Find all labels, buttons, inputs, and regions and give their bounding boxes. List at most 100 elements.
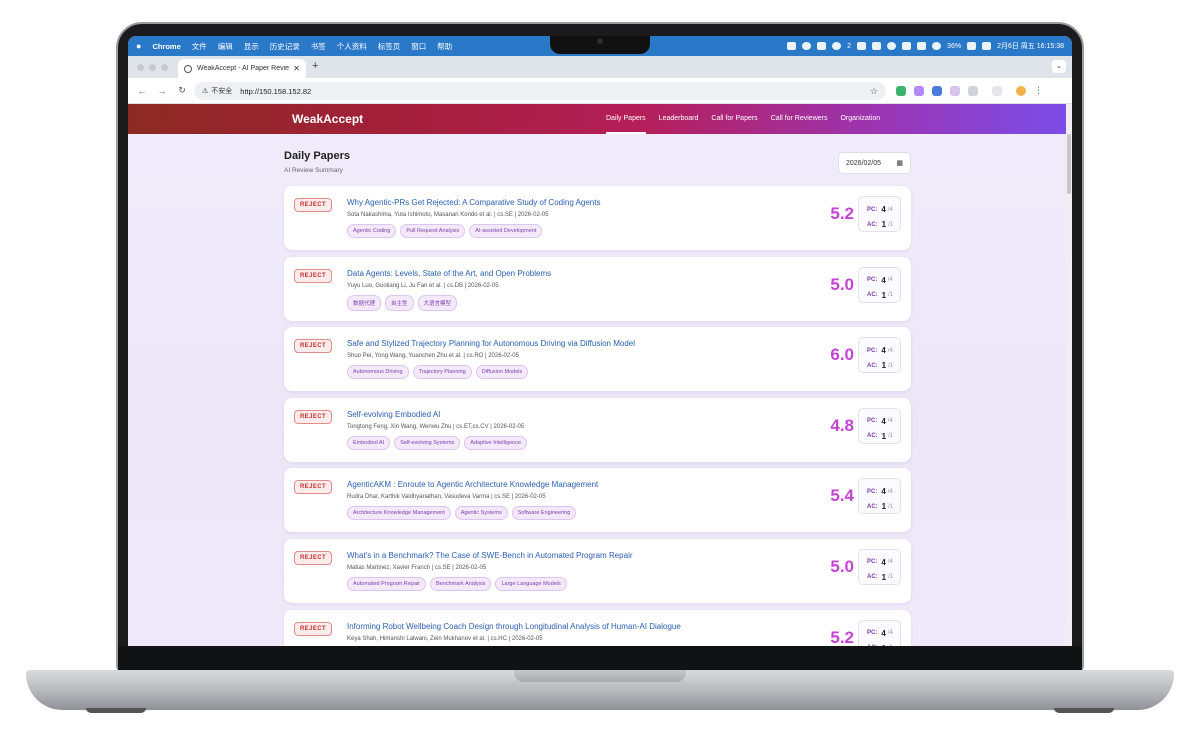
nav-leaderboard[interactable]: Leaderboard [659, 104, 699, 134]
nav-daily-papers[interactable]: Daily Papers [606, 104, 646, 134]
wechat-icon[interactable] [817, 42, 827, 50]
paper-list: REJECT Why Agentic-PRs Get Rejected: A C… [284, 186, 911, 646]
insecure-label[interactable]: 不安全 [211, 86, 232, 96]
close-window-button[interactable] [137, 64, 144, 71]
topic-tag[interactable]: Software Engineering [511, 506, 577, 521]
menu-view[interactable]: 显示 [244, 41, 259, 52]
bookmark-star-icon[interactable]: ☆ [870, 86, 878, 97]
topic-tag[interactable]: Agentic Coding [347, 224, 397, 238]
ac-total: /1 [888, 503, 894, 510]
tab-close-button[interactable]: ✕ [293, 64, 300, 73]
nav-call-for-papers[interactable]: Call for Papers [711, 104, 757, 134]
warning-icon[interactable]: ⚠ [202, 87, 208, 95]
menu-profile[interactable]: 个人资料 [337, 41, 367, 52]
date-value[interactable]: 2026/02/05 [846, 160, 881, 167]
topic-tag[interactable]: Trajectory Planning [412, 365, 472, 380]
topic-tag[interactable]: AI-assisted Development [469, 224, 543, 238]
menu-edit[interactable]: 编辑 [218, 41, 233, 52]
menu-history[interactable]: 历史记录 [270, 41, 300, 52]
calendar-icon[interactable] [872, 42, 882, 50]
topic-tag[interactable]: 自主性 [385, 294, 414, 311]
app-tray-icon[interactable] [857, 42, 867, 50]
forward-arrow-icon[interactable]: → [152, 86, 172, 96]
paper-card[interactable]: REJECT What's in a Benchmark? The Case o… [284, 538, 911, 603]
menubar-clock[interactable]: 2月6日 周五 16:15:38 [997, 41, 1064, 51]
url-text[interactable]: http://150.158.152.82 [240, 87, 311, 96]
topic-tag[interactable]: Adaptive Intelligence [464, 435, 528, 450]
date-picker[interactable]: 2026/02/05 ▦ [838, 152, 911, 174]
decision-badge: REJECT [294, 198, 332, 212]
extensions-puzzle-icon[interactable] [968, 85, 978, 96]
paper-title-link[interactable]: Safe and Stylized Trajectory Planning fo… [347, 339, 635, 348]
site-brand[interactable]: WeakAccept [292, 112, 363, 126]
control-center-icon[interactable] [982, 42, 992, 50]
zoom-window-button[interactable] [161, 64, 168, 71]
reload-icon[interactable]: ↻ [172, 85, 192, 96]
pc-label: PC: [867, 277, 878, 284]
paper-card[interactable]: REJECT Safe and Stylized Trajectory Plan… [284, 327, 911, 392]
topic-tag[interactable]: 大语言模型 [417, 294, 458, 311]
topic-tag[interactable]: 数据代理 [347, 294, 382, 311]
paper-card[interactable]: REJECT Informing Robot Wellbeing Coach D… [284, 609, 911, 646]
menu-chrome[interactable]: Chrome [152, 42, 180, 51]
wifi-icon[interactable] [932, 42, 942, 50]
ac-total: /1 [888, 221, 894, 228]
pc-count: 4 [881, 275, 886, 285]
paper-card[interactable]: REJECT Why Agentic-PRs Get Rejected: A C… [284, 186, 911, 250]
bluetooth-icon[interactable] [917, 42, 927, 50]
paper-title-link[interactable]: Why Agentic-PRs Get Rejected: A Comparat… [347, 198, 600, 207]
focus-icon[interactable] [887, 42, 897, 50]
topic-tag[interactable]: Architecture Knowledge Management [347, 506, 451, 521]
side-panel-icon[interactable] [992, 85, 1002, 96]
address-bar[interactable]: ⚠ 不安全 http://150.158.152.82 ☆ [194, 82, 886, 100]
paper-card[interactable]: REJECT AgenticAKM : Enroute to Agentic A… [284, 468, 911, 533]
topic-tag[interactable]: Benchmark Analysis [429, 576, 492, 591]
paper-meta: Yuyu Luo, Guoliang Li, Ju Fan et al. | c… [347, 282, 499, 289]
paper-card[interactable]: REJECT Self-evolving Embodied AI Tongton… [284, 397, 911, 462]
battery-icon[interactable] [967, 42, 977, 50]
apple-logo-icon[interactable]: ● [136, 41, 141, 51]
new-tab-button[interactable]: + [312, 60, 318, 72]
ac-count: 1 [881, 290, 887, 300]
back-arrow-icon[interactable]: ← [132, 86, 152, 96]
extension-purple-icon[interactable] [914, 85, 924, 96]
topic-tag[interactable]: Embodied AI [347, 435, 391, 450]
topic-tag[interactable]: Self-evolving Systems [394, 435, 461, 450]
menu-tabs[interactable]: 标签页 [378, 41, 401, 52]
paper-title-link[interactable]: Data Agents: Levels, State of the Art, a… [347, 269, 551, 278]
tab-search-button[interactable]: ⌄ [1052, 60, 1066, 73]
tag-list: Embodied AI Self-evolving Systems Adaptive… [347, 435, 528, 450]
topic-tag[interactable]: Agentic Systems [454, 506, 508, 521]
paper-title-link[interactable]: Informing Robot Wellbeing Coach Design t… [347, 622, 681, 631]
more-menu-icon[interactable]: ⋮ [1034, 85, 1043, 96]
cloud-icon[interactable] [787, 42, 797, 50]
nav-organization[interactable]: Organization [840, 104, 880, 134]
decision-badge: REJECT [294, 409, 332, 424]
topic-tag[interactable]: Pull Request Analysis [400, 224, 466, 238]
paper-title-link[interactable]: Self-evolving Embodied AI [347, 410, 440, 419]
calendar-picker-icon[interactable]: ▦ [896, 159, 903, 167]
menu-file[interactable]: 文件 [192, 41, 207, 52]
menu-window[interactable]: 窗口 [411, 41, 426, 52]
topic-tag[interactable]: Diffusion Models [475, 365, 529, 380]
profile-avatar-icon[interactable] [1016, 85, 1026, 96]
extension-blue-icon[interactable] [932, 85, 942, 96]
topic-tag[interactable]: Large Language Models [495, 576, 567, 591]
page-scrollbar[interactable] [1066, 104, 1072, 646]
cloud-sync-icon[interactable] [802, 42, 812, 50]
paper-title-link[interactable]: What's in a Benchmark? The Case of SWE-B… [347, 551, 633, 560]
minimize-window-button[interactable] [149, 64, 156, 71]
nav-call-for-reviewers[interactable]: Call for Reviewers [771, 104, 828, 134]
topic-tag[interactable]: Autonomous Driving [347, 365, 409, 380]
paper-card[interactable]: REJECT Data Agents: Levels, State of the… [284, 256, 911, 321]
check-badge-icon[interactable] [832, 42, 842, 50]
scrollbar-thumb[interactable] [1067, 134, 1071, 194]
extension-pink-icon[interactable] [950, 85, 960, 96]
topic-tag[interactable]: Automated Program Repair [347, 576, 426, 591]
extension-green-icon[interactable] [896, 85, 906, 96]
menu-bookmarks[interactable]: 书签 [311, 41, 326, 52]
clipboard-icon[interactable] [902, 42, 912, 50]
paper-title-link[interactable]: AgenticAKM : Enroute to Agentic Architec… [347, 480, 598, 489]
menu-help[interactable]: 帮助 [437, 41, 452, 52]
browser-tab-active[interactable]: WeakAccept - AI Paper Revie ✕ [178, 59, 306, 78]
